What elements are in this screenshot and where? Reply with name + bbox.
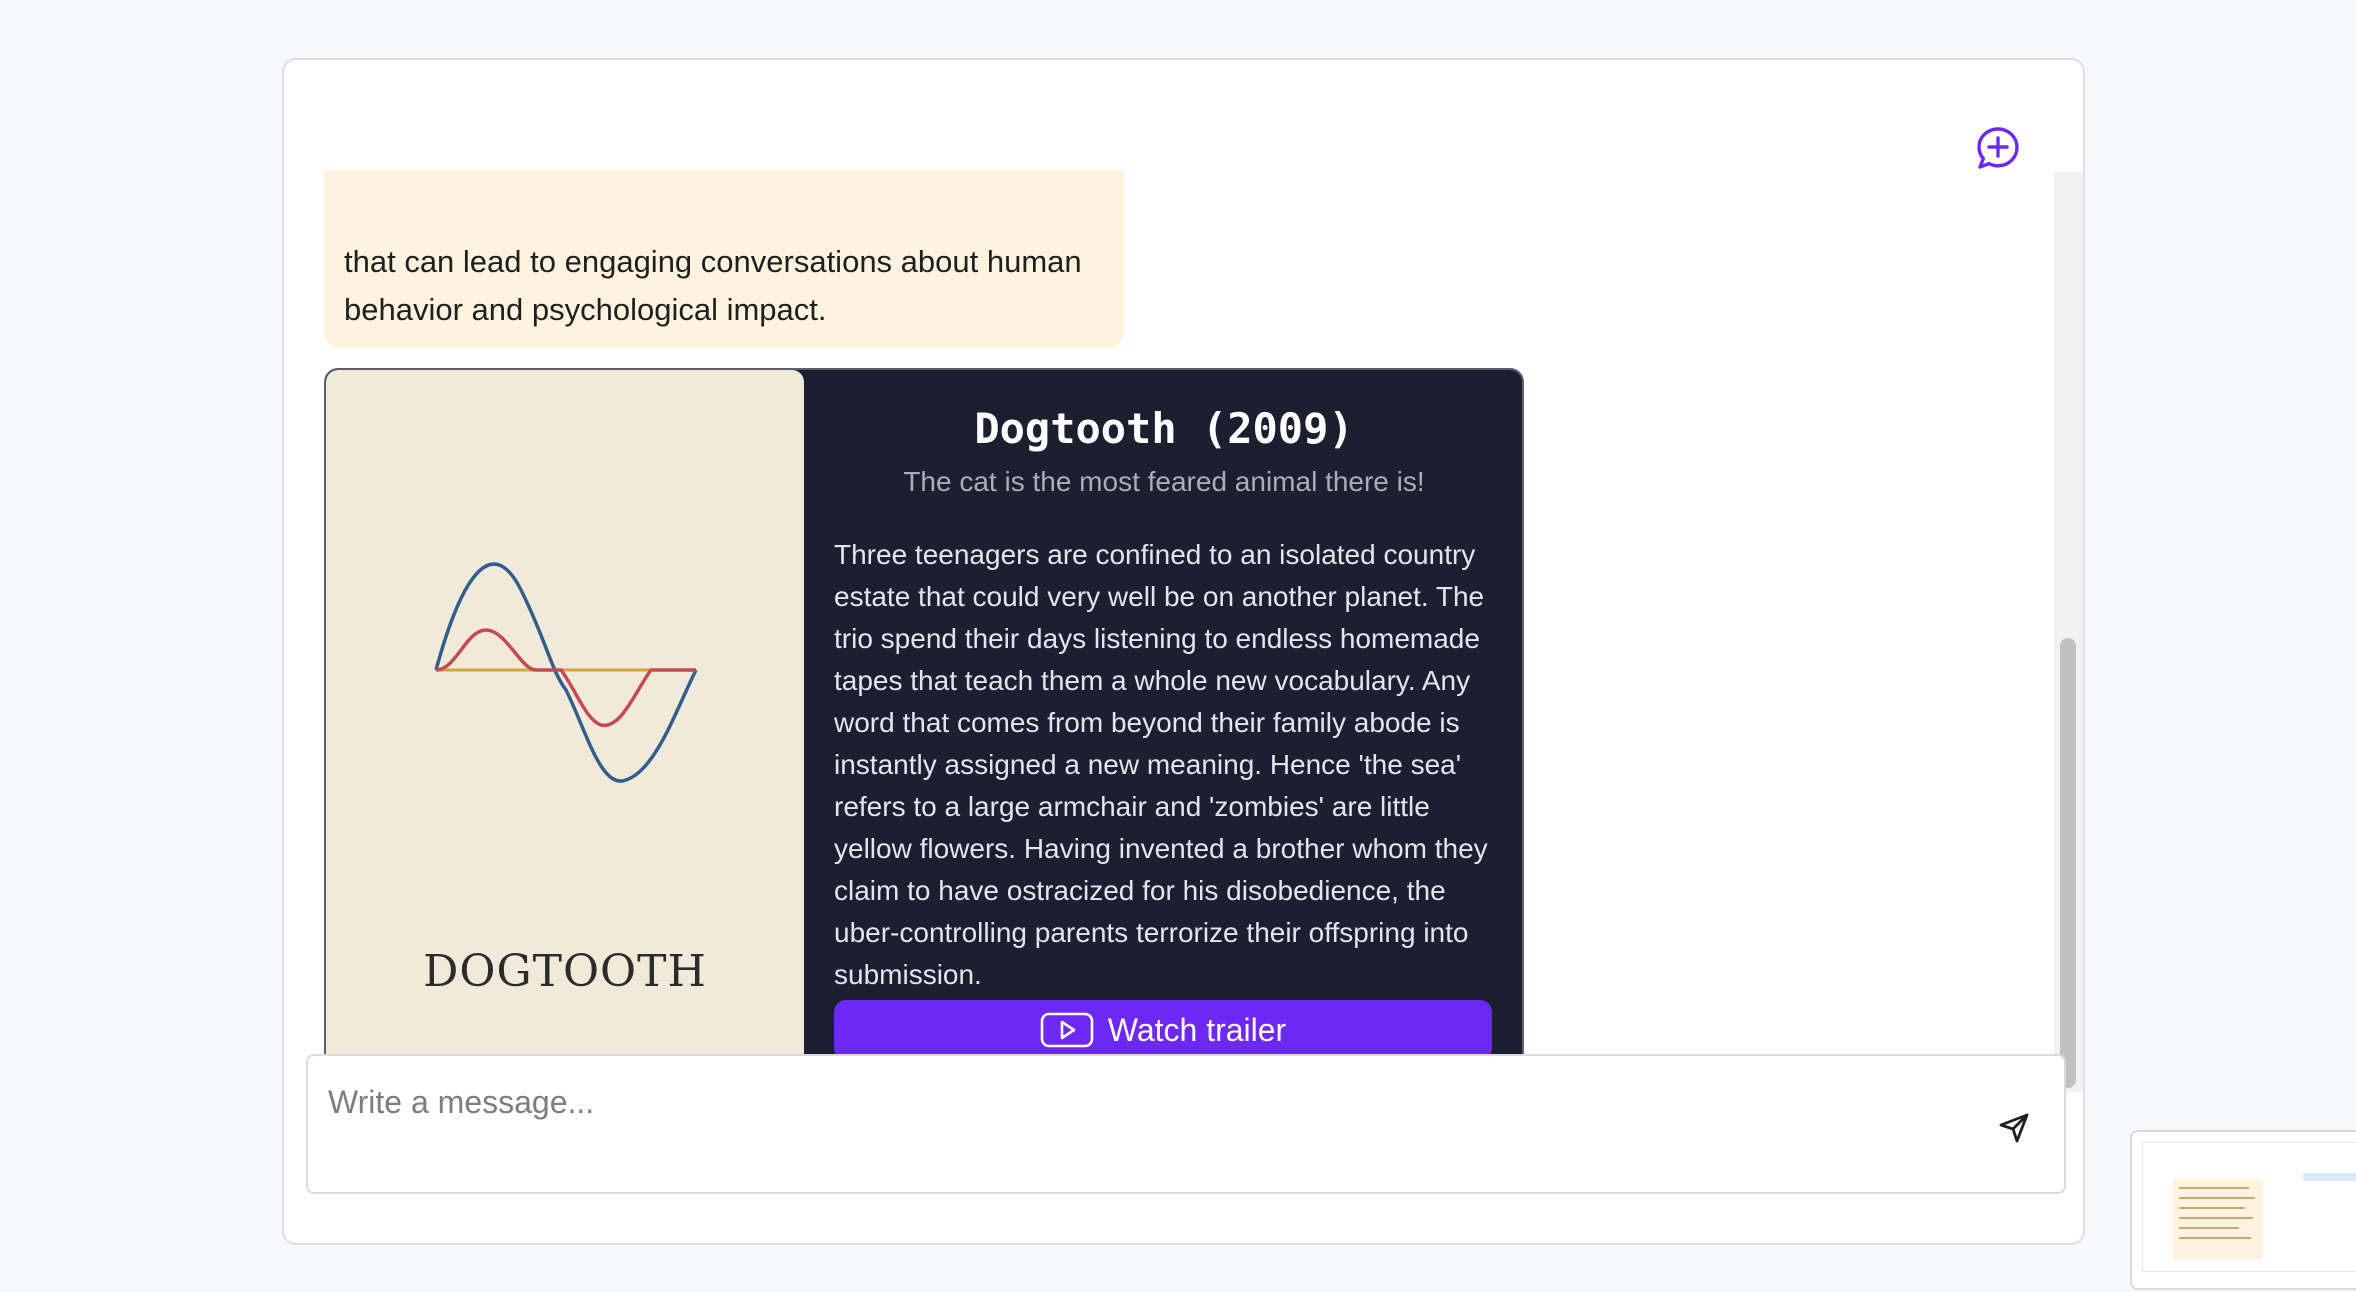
new-chat-icon — [1977, 127, 2019, 169]
thumbnail-line — [2179, 1227, 2239, 1229]
movie-title: Dogtooth (2009) — [974, 404, 1354, 453]
page-thumbnail-preview[interactable] — [2130, 1130, 2356, 1290]
movie-info: Dogtooth (2009) The cat is the most fear… — [834, 370, 1494, 1088]
thumbnail-user-message — [2303, 1173, 2356, 1181]
description-line: Three teenagers are confined to an isola… — [834, 539, 1476, 570]
chat-window: that can lead to engaging conversations … — [282, 58, 2085, 1245]
wave-graphic — [434, 562, 698, 783]
movie-card: DOGTOOTH Dogtooth (2009) The cat is the … — [324, 368, 1524, 1090]
send-icon — [1999, 1113, 2029, 1143]
bot-message-line: behavior and psychological impact. — [344, 292, 827, 327]
movie-poster: DOGTOOTH — [326, 370, 804, 1088]
send-button[interactable] — [1994, 1108, 2034, 1148]
description-line: yellow flowers. Having invented a brothe… — [834, 833, 1488, 864]
watch-trailer-label: Watch trailer — [1107, 1011, 1287, 1048]
message-composer — [306, 1054, 2066, 1194]
movie-description: Three teenagers are confined to an isola… — [834, 534, 1494, 996]
description-line: estate that could very well be on anothe… — [834, 581, 1485, 612]
bot-message-bubble: that can lead to engaging conversations … — [324, 170, 1124, 348]
thumbnail-line — [2179, 1187, 2249, 1189]
thumbnail-line — [2179, 1207, 2245, 1209]
bot-message-line: that can lead to engaging conversations … — [344, 244, 1082, 279]
thumbnail-line — [2179, 1237, 2251, 1239]
play-icon — [1040, 1012, 1094, 1048]
scrollbar-thumb[interactable] — [2060, 638, 2076, 1088]
description-line: trio spend their days listening to endle… — [834, 623, 1480, 654]
description-line: instantly assigned a new meaning. Hence … — [834, 749, 1462, 780]
new-chat-button[interactable] — [1974, 124, 2022, 172]
message-input[interactable] — [328, 1080, 1928, 1124]
description-line: submission. — [834, 959, 982, 990]
thumbnail-line — [2179, 1197, 2255, 1199]
thumbnail-bubble — [2173, 1179, 2263, 1259]
thumbnail-frame — [2142, 1142, 2356, 1272]
thumbnail-line — [2179, 1217, 2253, 1219]
message-list[interactable]: that can lead to engaging conversations … — [284, 170, 2059, 1092]
description-line: tapes that teach them a whole new vocabu… — [834, 665, 1471, 696]
description-line: word that comes from beyond their family… — [834, 707, 1460, 738]
watch-trailer-button[interactable]: Watch trailer — [834, 1000, 1492, 1060]
poster-title: DOGTOOTH — [423, 946, 707, 997]
description-line: refers to a large armchair and 'zombies'… — [834, 791, 1430, 822]
description-line: uber-controlling parents terrorize their… — [834, 917, 1469, 948]
movie-tagline: The cat is the most feared animal there … — [903, 466, 1425, 497]
description-line: claim to have ostracized for his disobed… — [834, 875, 1446, 906]
